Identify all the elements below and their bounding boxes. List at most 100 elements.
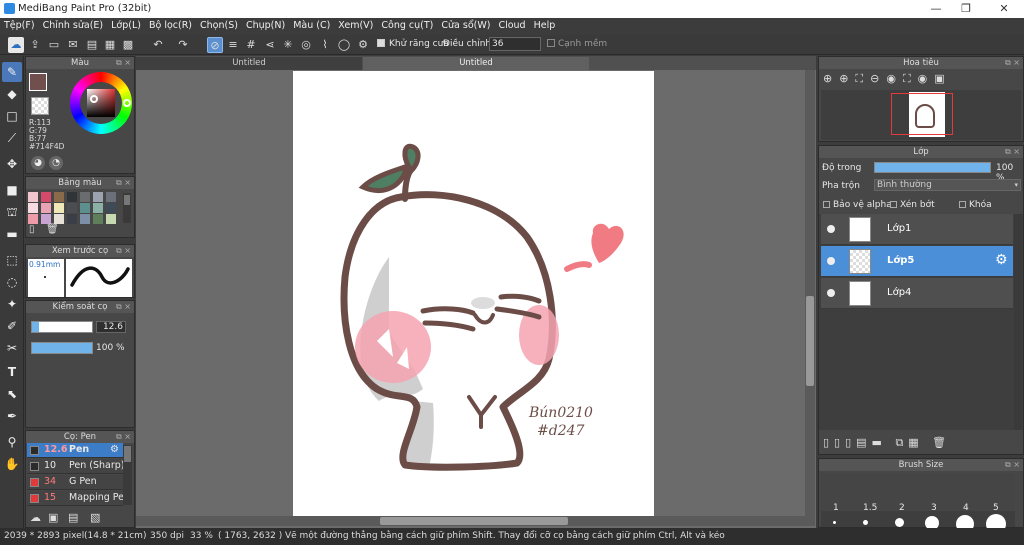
menu-snap[interactable]: Chụp(N): [242, 18, 289, 31]
palette-swatch[interactable]: [41, 192, 51, 202]
palette-swatch[interactable]: [67, 192, 77, 202]
text-tool-icon[interactable]: T: [2, 362, 22, 382]
brush-cloud-icon[interactable]: ☁: [30, 511, 41, 524]
layer-settings-gear-icon[interactable]: ⚙: [995, 252, 1008, 268]
radial-snap-icon[interactable]: ✳: [280, 37, 296, 53]
magic-wand-icon[interactable]: ✦: [2, 294, 22, 314]
palette-swatch[interactable]: [106, 214, 116, 224]
size-cell-label[interactable]: 3: [931, 503, 937, 513]
layer-action-icons[interactable]: ▯▯▯▤▬ ⧉▦ 🗑: [823, 436, 951, 450]
brush-tool-icon[interactable]: ✎: [2, 62, 22, 82]
hue-cursor[interactable]: [123, 99, 131, 107]
vanish-snap-icon[interactable]: ⋖: [262, 37, 278, 53]
navigator-preview[interactable]: [821, 90, 1021, 140]
navigator-zoom-icons[interactable]: ⊕⊕⛶⊖◉⛶◉▣: [823, 72, 952, 86]
brush-row[interactable]: 10 Pen (Sharp): [27, 459, 125, 474]
lock-option[interactable]: Khóa: [959, 200, 992, 210]
adjust-input[interactable]: 36: [489, 37, 541, 51]
add-brush-icon[interactable]: ▣: [48, 511, 58, 524]
circle-snap-icon[interactable]: ◎: [298, 37, 314, 53]
main-color-swatch[interactable]: [29, 73, 47, 91]
brush-row[interactable]: 15 Mapping Pen: [27, 491, 130, 506]
palette-swatch[interactable]: [67, 203, 77, 213]
size-cell-label[interactable]: 1.5: [863, 503, 877, 513]
panel-options-icon[interactable]: ⧉ ×: [116, 57, 131, 69]
brush-options-icon[interactable]: ▤: [68, 511, 78, 524]
size-cell-label[interactable]: 4: [963, 503, 969, 513]
edge-checkbox[interactable]: [547, 39, 555, 47]
size-dot[interactable]: [895, 518, 904, 527]
cross-snap-icon[interactable]: #: [243, 37, 259, 53]
menu-window[interactable]: Cửa sổ(W): [437, 18, 494, 31]
operation-tool-icon[interactable]: ⬉: [2, 384, 22, 404]
page-icon[interactable]: ▦: [102, 37, 118, 53]
size-dot[interactable]: [863, 520, 868, 525]
layer-row[interactable]: Lớp1: [821, 214, 1013, 245]
grid-icon[interactable]: ▩: [120, 37, 136, 53]
tab-untitled-2[interactable]: Untitled: [363, 57, 589, 70]
redo-icon[interactable]: ↷: [175, 37, 191, 53]
brush-size-slider[interactable]: [31, 321, 93, 333]
brush-size-input[interactable]: 12.6: [96, 321, 126, 333]
palette-swatch[interactable]: [41, 214, 51, 224]
maximize-button[interactable]: ❐: [958, 2, 974, 16]
select-pen-icon[interactable]: ✐: [2, 316, 22, 336]
parallel-snap-icon[interactable]: ≡: [225, 37, 241, 53]
delete-color-icon[interactable]: 🗑: [46, 224, 59, 236]
hand-tool-icon[interactable]: ✋: [2, 454, 22, 474]
palette-swatch[interactable]: [80, 214, 90, 224]
palette-scrollbar[interactable]: [123, 193, 131, 223]
canvas-vertical-scrollbar[interactable]: [805, 70, 815, 526]
gradient-tool-icon[interactable]: ▬: [2, 224, 22, 244]
message-icon[interactable]: ✉: [65, 37, 81, 53]
tab-untitled-1[interactable]: Untitled: [136, 57, 362, 70]
color-wheel-icon[interactable]: ◕: [31, 156, 45, 170]
brush-row[interactable]: 34 G Pen: [27, 475, 123, 490]
menu-color[interactable]: Màu (C): [289, 18, 334, 31]
brush-row[interactable]: 12.6 Pen ⚙: [27, 443, 123, 458]
panel-options-icon[interactable]: ⧉ ×: [116, 431, 131, 443]
palette-swatch[interactable]: [28, 203, 38, 213]
color-picker-cursor[interactable]: [90, 95, 98, 103]
lasso-tool-icon[interactable]: ◌: [2, 272, 22, 292]
palette-swatch[interactable]: [106, 203, 116, 213]
visibility-eye-icon[interactable]: [827, 289, 835, 297]
brush-settings-icon[interactable]: ⚙: [110, 444, 119, 455]
undo-icon[interactable]: ↶: [150, 37, 166, 53]
visibility-eye-icon[interactable]: [827, 225, 835, 233]
eraser-tool-icon[interactable]: ◆: [2, 84, 22, 104]
palette-swatch[interactable]: [106, 192, 116, 202]
eyedropper-icon[interactable]: ⚲: [2, 432, 22, 452]
size-cell-label[interactable]: 2: [899, 503, 905, 513]
layer-opacity-slider[interactable]: [874, 162, 991, 173]
palette-swatch[interactable]: [28, 214, 38, 224]
panel-options-icon[interactable]: ⧉ ×: [116, 245, 131, 257]
palette-swatch[interactable]: [54, 203, 64, 213]
size-dot[interactable]: [833, 521, 836, 524]
size-cell-label[interactable]: 1: [833, 503, 839, 513]
canvas-paper[interactable]: Bún0210 #d247: [293, 71, 654, 517]
panel-options-icon[interactable]: ⧉ ×: [116, 177, 131, 189]
minimize-button[interactable]: —: [928, 2, 944, 16]
layer-row[interactable]: Lớp4: [821, 278, 1013, 309]
size-cell-label[interactable]: 5: [993, 503, 999, 513]
clipping-checkbox[interactable]: [890, 201, 897, 208]
lock-checkbox[interactable]: [959, 201, 966, 208]
antialias-checkbox[interactable]: [377, 39, 385, 47]
brush-opacity-slider[interactable]: [31, 342, 93, 354]
snap-off-icon[interactable]: ⊘: [207, 37, 223, 53]
palette-swatch[interactable]: [28, 192, 38, 202]
panel-options-icon[interactable]: ⧉ ×: [1005, 146, 1020, 158]
palette-swatch[interactable]: [93, 203, 103, 213]
panel-options-icon[interactable]: ⧉ ×: [116, 301, 131, 313]
canvas-horizontal-scrollbar[interactable]: [136, 516, 805, 526]
hue-ring[interactable]: [70, 72, 132, 134]
visibility-eye-icon[interactable]: [827, 257, 835, 265]
brush-list-scrollbar[interactable]: [123, 445, 132, 505]
palette-swatch[interactable]: [54, 192, 64, 202]
close-button[interactable]: ✕: [996, 2, 1012, 16]
sub-color-swatch[interactable]: [31, 97, 49, 115]
graph-tool-icon[interactable]: ⟋: [2, 128, 22, 148]
bucket-tool-icon[interactable]: ⛫: [2, 202, 22, 222]
ellipse-snap-icon[interactable]: ◯: [336, 37, 352, 53]
